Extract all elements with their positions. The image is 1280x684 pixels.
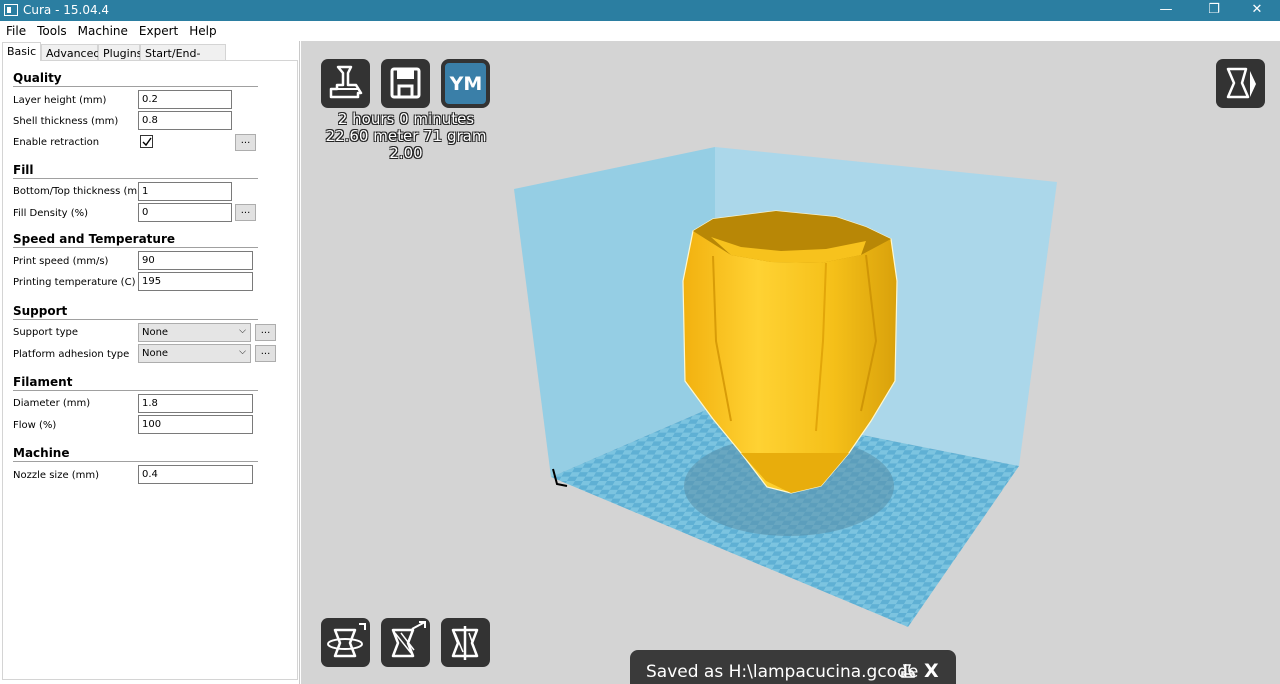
printer-icon[interactable] bbox=[900, 664, 916, 678]
close-notification-button[interactable]: X bbox=[924, 660, 939, 682]
section-divider bbox=[13, 247, 258, 248]
platform-adhesion-select[interactable]: None ⌵ bbox=[138, 344, 251, 363]
support-settings-button[interactable]: ... bbox=[255, 324, 276, 341]
menu-help[interactable]: Help bbox=[183, 21, 221, 38]
support-type-select[interactable]: None ⌵ bbox=[138, 323, 251, 342]
retraction-label: Enable retraction bbox=[13, 137, 100, 148]
section-divider bbox=[13, 390, 258, 391]
restore-button[interactable]: ❐ bbox=[1191, 0, 1237, 21]
scale-icon bbox=[391, 621, 426, 658]
save-gcode-button[interactable] bbox=[381, 59, 430, 108]
close-button[interactable]: ✕ bbox=[1234, 0, 1280, 21]
print-speed-input[interactable]: 90 bbox=[138, 251, 253, 270]
menu-tools[interactable]: Tools bbox=[31, 21, 72, 38]
ym-plugin-button[interactable]: YM bbox=[441, 59, 490, 108]
platform-adhesion-value: None bbox=[142, 348, 169, 359]
menu-machine[interactable]: Machine bbox=[72, 21, 133, 38]
nozzle-size-label: Nozzle size (mm) bbox=[13, 470, 100, 481]
saved-message: Saved as H:\lampacucina.gcode bbox=[646, 662, 919, 682]
checkmark-icon bbox=[142, 137, 152, 147]
view-mode-icon bbox=[1226, 67, 1256, 99]
section-divider bbox=[13, 178, 258, 179]
scale-button[interactable] bbox=[381, 618, 430, 667]
filament-title: Filament bbox=[13, 375, 73, 389]
tab-start-end-gcode[interactable]: Start/End-GCode bbox=[140, 44, 226, 73]
retraction-settings-button[interactable]: ... bbox=[235, 134, 256, 151]
nozzle-size-input[interactable]: 0.4 bbox=[138, 465, 253, 484]
window-titlebar: Cura - 15.04.4 — ❐ ✕ bbox=[0, 0, 1280, 21]
menu-bar: File Tools Machine Expert Help bbox=[0, 21, 1280, 41]
retraction-checkbox[interactable] bbox=[140, 135, 153, 148]
print-material: 22.60 meter 71 gram bbox=[325, 127, 487, 145]
diameter-input[interactable]: 1.8 bbox=[138, 394, 253, 413]
support-type-label: Support type bbox=[13, 327, 79, 338]
speed-temperature-title: Speed and Temperature bbox=[13, 232, 175, 246]
bottom-top-thickness-label: Bottom/Top thickness (mm) bbox=[13, 186, 151, 197]
shell-thickness-input[interactable]: 0.8 bbox=[138, 111, 232, 130]
shell-thickness-label: Shell thickness (mm) bbox=[13, 116, 119, 127]
view-mode-button[interactable] bbox=[1216, 59, 1265, 108]
mirror-button[interactable] bbox=[441, 618, 490, 667]
printing-temperature-input[interactable]: 195 bbox=[138, 272, 253, 291]
tab-basic[interactable]: Basic bbox=[2, 42, 41, 61]
basic-tab-pane: Quality Layer height (mm) 0.2 Shell thic… bbox=[2, 60, 298, 680]
layer-height-input[interactable]: 0.2 bbox=[138, 90, 232, 109]
minimize-button[interactable]: — bbox=[1143, 0, 1189, 21]
fill-density-input[interactable]: 0 bbox=[138, 203, 232, 222]
fill-title: Fill bbox=[13, 163, 34, 177]
print-stats: 2 hours 0 minutes 22.60 meter 71 gram 2.… bbox=[321, 111, 491, 162]
save-icon bbox=[390, 67, 421, 99]
flow-label: Flow (%) bbox=[13, 420, 57, 431]
print-cost: 2.00 bbox=[389, 144, 423, 162]
layer-height-label: Layer height (mm) bbox=[13, 95, 107, 106]
load-icon bbox=[329, 65, 363, 99]
mirror-icon bbox=[451, 626, 479, 660]
3d-viewport[interactable]: YM 2 hours 0 minutes 22.60 meter 71 gram… bbox=[301, 41, 1280, 684]
menu-expert[interactable]: Expert bbox=[133, 21, 183, 38]
print-time: 2 hours 0 minutes bbox=[337, 110, 475, 128]
menu-file[interactable]: File bbox=[0, 21, 31, 38]
rotate-icon bbox=[327, 623, 366, 658]
saved-notification: Saved as H:\lampacucina.gcode X bbox=[630, 650, 956, 684]
platform-adhesion-label: Platform adhesion type bbox=[13, 349, 130, 360]
support-type-value: None bbox=[142, 327, 169, 338]
app-icon bbox=[4, 4, 18, 16]
printing-temperature-label: Printing temperature (C) bbox=[13, 277, 136, 288]
section-divider bbox=[13, 461, 258, 462]
support-title: Support bbox=[13, 304, 68, 318]
settings-panel: Basic Advanced Plugins Start/End-GCode Q… bbox=[0, 41, 300, 684]
print-speed-label: Print speed (mm/s) bbox=[13, 256, 109, 267]
diameter-label: Diameter (mm) bbox=[13, 398, 91, 409]
fill-density-label: Fill Density (%) bbox=[13, 208, 89, 219]
quality-title: Quality bbox=[13, 71, 62, 85]
bottom-top-thickness-input[interactable]: 1 bbox=[138, 182, 232, 201]
tab-plugins[interactable]: Plugins bbox=[98, 44, 142, 61]
adhesion-settings-button[interactable]: ... bbox=[255, 345, 276, 362]
window-title: Cura - 15.04.4 bbox=[23, 3, 110, 17]
chevron-down-icon: ⌵ bbox=[239, 347, 246, 357]
tab-advanced[interactable]: Advanced bbox=[41, 44, 100, 61]
machine-title: Machine bbox=[13, 446, 70, 460]
load-model-button[interactable] bbox=[321, 59, 370, 108]
flow-input[interactable]: 100 bbox=[138, 415, 253, 434]
ym-icon: YM bbox=[446, 64, 486, 104]
fill-settings-button[interactable]: ... bbox=[235, 204, 256, 221]
chevron-down-icon: ⌵ bbox=[239, 326, 246, 336]
section-divider bbox=[13, 86, 258, 87]
rotate-button[interactable] bbox=[321, 618, 370, 667]
section-divider bbox=[13, 319, 258, 320]
